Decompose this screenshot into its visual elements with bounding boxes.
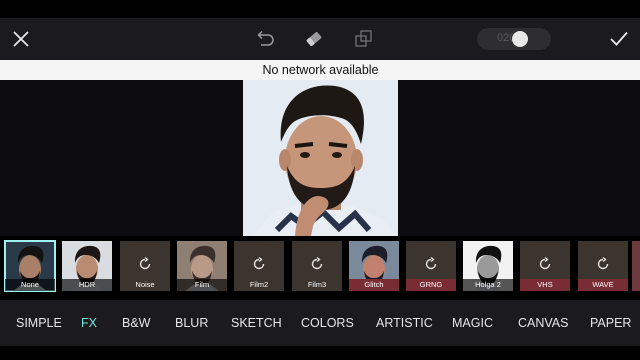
filter-thumbnail-film3[interactable]: Film3 bbox=[292, 241, 342, 291]
tab-canvas[interactable]: CANVAS bbox=[518, 300, 568, 346]
portrait-image bbox=[243, 80, 398, 236]
network-banner-text: No network available bbox=[262, 63, 379, 77]
filter-thumbnail-vhs[interactable]: VHS bbox=[520, 241, 570, 291]
download-icon bbox=[539, 257, 551, 270]
eraser-icon bbox=[306, 32, 322, 46]
tab-sketch[interactable]: SKETCH bbox=[231, 300, 282, 346]
filter-thumbnail-film[interactable]: Film bbox=[177, 241, 227, 291]
tab-blur[interactable]: BLUR bbox=[175, 300, 208, 346]
thumbnail-label: Noise bbox=[135, 280, 155, 289]
checkmark-icon bbox=[610, 31, 628, 46]
download-icon bbox=[425, 257, 437, 270]
category-tab-bar: SIMPLE FX B&W BLUR SKETCH COLORS ARTISTIC MAGIC… bbox=[0, 300, 640, 346]
slider-knob[interactable] bbox=[512, 31, 528, 47]
thumbnail-label: Film3 bbox=[307, 280, 327, 289]
thumbnail-label: WAVE bbox=[578, 279, 628, 291]
tab-simple[interactable]: SIMPLE bbox=[16, 300, 62, 346]
download-icon bbox=[139, 257, 151, 270]
compare-button[interactable] bbox=[351, 27, 377, 51]
apply-button[interactable] bbox=[605, 26, 633, 52]
tab-magic[interactable]: MAGIC bbox=[452, 300, 493, 346]
download-icon bbox=[311, 257, 323, 270]
tab-colors[interactable]: COLORS bbox=[301, 300, 354, 346]
thumbnail-label: Film bbox=[177, 279, 227, 291]
opacity-slider[interactable]: 020 bbox=[477, 28, 551, 50]
filter-thumbnail-grng[interactable]: GRNG bbox=[406, 241, 456, 291]
thumbnail-label: VHS bbox=[520, 279, 570, 291]
download-icon bbox=[253, 257, 265, 270]
thumbnail-label: None bbox=[5, 279, 55, 291]
thumbnail-label: Glitch bbox=[349, 279, 399, 291]
download-icon bbox=[597, 257, 609, 270]
thumbnail-label: GRNG bbox=[406, 279, 456, 291]
filter-thumbnail-film2[interactable]: Film2 bbox=[234, 241, 284, 291]
thumbnail-label: Holga 2 bbox=[463, 279, 513, 291]
filter-thumbnail-hdr[interactable]: HDR bbox=[62, 241, 112, 291]
filter-thumbnail-none[interactable]: None bbox=[4, 240, 56, 292]
eraser-button[interactable] bbox=[301, 27, 327, 51]
filter-thumbnail-noise[interactable]: Noise bbox=[120, 241, 170, 291]
undo-button[interactable] bbox=[252, 27, 278, 51]
thumbnail-label: HDR bbox=[62, 279, 112, 291]
tab-paper[interactable]: PAPER bbox=[590, 300, 631, 346]
close-icon bbox=[13, 31, 29, 47]
thumbnail-partial[interactable] bbox=[632, 241, 640, 291]
filter-thumbnail-glitch[interactable]: Glitch bbox=[349, 241, 399, 291]
filter-thumbnail-wave[interactable]: WAVE bbox=[578, 241, 628, 291]
top-toolbar: 020 bbox=[0, 18, 640, 60]
close-button[interactable] bbox=[8, 26, 34, 52]
compare-icon bbox=[355, 30, 372, 47]
tab-fx[interactable]: FX bbox=[81, 300, 97, 346]
thumbnail-label: Film2 bbox=[249, 280, 269, 289]
tab-b-w[interactable]: B&W bbox=[122, 300, 150, 346]
tab-artistic[interactable]: ARTISTIC bbox=[376, 300, 433, 346]
undo-icon bbox=[257, 30, 274, 46]
edited-photo[interactable] bbox=[243, 80, 398, 236]
filter-thumbnail-strip[interactable]: None HDR Noise Film Film2 Film3 Glitch GRNG Holg… bbox=[0, 238, 640, 296]
filter-thumbnail-holga-2[interactable]: Holga 2 bbox=[463, 241, 513, 291]
